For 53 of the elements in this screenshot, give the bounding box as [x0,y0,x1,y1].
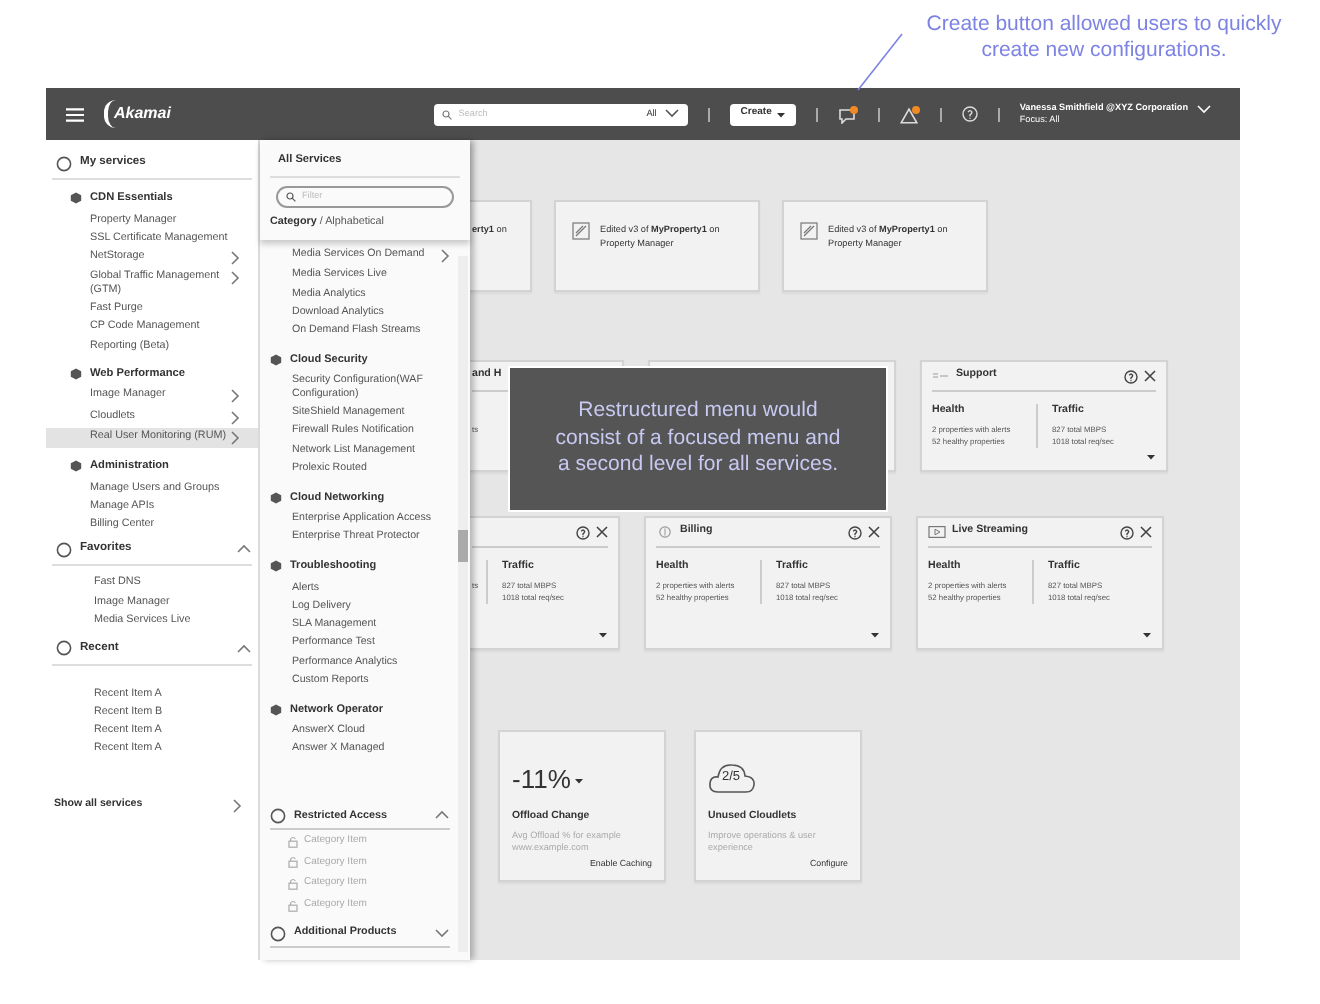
hexagon-icon [70,367,82,380]
chevron-up-icon[interactable] [236,643,252,654]
chevron-down-icon[interactable] [664,108,681,119]
lock-icon [288,835,298,848]
annotation-overlay: Restructured menu would consist of a focused menu and a second level for all services. [508,366,888,512]
logo[interactable]: Akamai [104,100,175,128]
caret-down-icon [775,111,786,117]
play-icon [928,526,946,538]
cloud-icon [708,760,756,796]
scrollbar[interactable] [458,256,468,952]
menu-icon[interactable] [66,107,84,121]
caret-down-icon [598,632,608,638]
chevron-right-icon[interactable] [232,798,242,815]
circle-icon [270,807,286,824]
chevron-down-icon[interactable] [434,928,450,938]
caret-down-icon [870,632,880,638]
caret-down-icon [1142,632,1152,638]
help-icon[interactable] [848,525,862,539]
close-icon[interactable] [596,526,608,538]
leader-line [856,32,904,92]
close-icon[interactable] [1140,526,1152,538]
edit-icon [572,222,590,240]
hexagon-icon [270,491,282,504]
metric-value: -11% [512,762,571,799]
lock-icon [288,899,298,912]
lock-icon [288,877,298,890]
annotation-text: Create button allowed users to quickly create new configurations. [924,12,1284,64]
edit-icon [800,222,818,240]
circle-icon [56,155,72,171]
help-icon[interactable] [1120,525,1134,539]
hexagon-icon [270,560,282,573]
hexagon-icon [270,353,282,366]
circle-icon [270,925,286,941]
hexagon-icon [70,460,82,473]
chevron-up-icon[interactable] [434,810,450,821]
close-icon[interactable] [868,526,880,538]
lock-icon [288,856,298,869]
hexagon-icon [270,703,282,716]
hexagon-icon [70,192,82,205]
warning-icon[interactable] [899,105,920,123]
help-icon[interactable] [576,525,590,539]
caret-down-icon [574,777,585,783]
coin-icon [656,526,674,538]
chat-bubble-icon[interactable] [837,105,858,123]
circle-icon [56,640,72,657]
search-icon [442,109,453,119]
chevron-up-icon[interactable] [236,544,252,555]
chevron-right-icon[interactable] [440,247,450,264]
help-icon[interactable] [1124,369,1138,383]
search-icon [286,192,296,203]
close-icon[interactable] [1144,370,1156,382]
caret-down-icon [1146,454,1156,460]
circle-icon [56,541,72,558]
